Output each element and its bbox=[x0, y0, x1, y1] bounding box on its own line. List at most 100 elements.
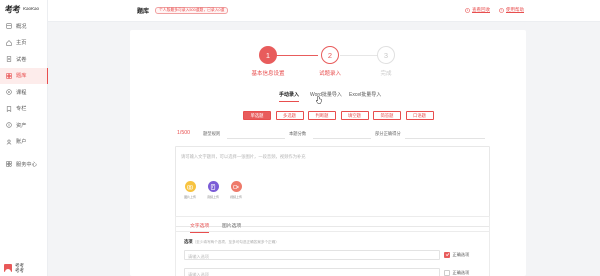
sidebar-item-courses[interactable]: 课程 bbox=[0, 84, 48, 101]
step-connector-1 bbox=[275, 55, 318, 57]
type-oral-button[interactable]: 口语题 bbox=[405, 111, 434, 120]
tab-word-import[interactable]: Word批量导入 bbox=[310, 91, 342, 101]
tab-manual-entry[interactable]: 手动录入 bbox=[279, 91, 300, 102]
sidebar-item-service-center[interactable]: 服务中心 bbox=[0, 156, 48, 173]
sidebar-item-papers[interactable]: 试卷 bbox=[0, 51, 48, 68]
page-title: 题库 bbox=[137, 9, 150, 15]
step-1: 1 基本信息设置 bbox=[251, 46, 285, 77]
paper-icon bbox=[6, 56, 12, 62]
correct-option-checkbox[interactable]: 正确选项 bbox=[444, 251, 470, 258]
tab-excel-import[interactable]: Excel批量导入 bbox=[349, 91, 381, 101]
sidebar-item-label: 主页 bbox=[16, 40, 27, 47]
question-bank-icon bbox=[6, 73, 12, 79]
options-hint: （至少填写两个选项，至多可勾选正确答案多个正确） bbox=[192, 240, 279, 244]
option-input[interactable]: 请输入选项 bbox=[184, 250, 440, 260]
correct-option-label: 正确选项 bbox=[452, 269, 470, 275]
sidebar-item-label: 服务中心 bbox=[16, 161, 37, 168]
score-label: 本题分数 bbox=[289, 131, 307, 136]
option-input[interactable]: 请输入选项 bbox=[184, 268, 440, 276]
sidebar-item-label: 概况 bbox=[16, 23, 27, 30]
avatar bbox=[4, 264, 12, 272]
tab-text-options[interactable]: 文字选项 bbox=[190, 222, 210, 233]
overview-icon bbox=[6, 23, 12, 29]
type-single-choice-button[interactable]: 单选题 bbox=[243, 111, 271, 120]
video-upload-icon bbox=[230, 181, 242, 192]
correct-option-label: 正确选项 bbox=[452, 251, 470, 257]
rule-label: 题型规则 bbox=[203, 131, 221, 136]
help-link[interactable]: ? 使用帮助 bbox=[499, 7, 524, 13]
user-profile[interactable]: 考考 考考 bbox=[4, 263, 24, 273]
media-upload-group: 图片上传 音频上传 视频上传 bbox=[183, 181, 243, 199]
video-upload-button[interactable]: 视频上传 bbox=[229, 181, 243, 199]
option-type-tabs: 文字选项 图片选项 bbox=[176, 222, 489, 233]
sidebar-item-assets[interactable]: 资产 bbox=[0, 117, 48, 134]
column-icon bbox=[6, 106, 12, 112]
audio-upload-icon bbox=[207, 181, 219, 192]
step-2: 2 试题录入 bbox=[319, 46, 341, 77]
sidebar-item-column[interactable]: 专栏 bbox=[0, 101, 48, 118]
partial-score-label: 部分正确得分 bbox=[375, 131, 401, 136]
score-input[interactable] bbox=[313, 138, 371, 139]
score-settings-row: 1/500 题型规则 本题分数 部分正确得分 bbox=[175, 130, 497, 139]
logo-text-en: KaoKao bbox=[23, 5, 40, 11]
audio-upload-label: 音频上传 bbox=[207, 195, 219, 199]
sidebar-item-label: 账户 bbox=[16, 139, 27, 146]
step-2-label: 试题录入 bbox=[318, 71, 342, 77]
account-icon bbox=[6, 139, 12, 145]
sidebar-item-label: 课程 bbox=[16, 89, 27, 96]
audio-upload-button[interactable]: 音频上传 bbox=[206, 181, 220, 199]
sidebar-item-account[interactable]: 账户 bbox=[0, 134, 48, 151]
sidebar-item-label: 资产 bbox=[16, 122, 27, 129]
step-3-label: 完成 bbox=[380, 71, 392, 77]
main-panel: 1 基本信息设置 2 试题录入 3 完成 手动录入 Word批量导入 Excel… bbox=[130, 30, 526, 276]
option-row: 请输入选项 正确选项 bbox=[184, 268, 482, 276]
view-recycle-label: 查看回收 bbox=[472, 7, 490, 12]
options-section: 文字选项 图片选项 选项（至少填写两个选项，至多可勾选正确答案多个正确） 请输入… bbox=[175, 216, 490, 276]
assets-icon bbox=[6, 122, 12, 128]
partial-score-input[interactable] bbox=[405, 138, 485, 139]
top-header: 题库 个人版最多可录入500道题，已录入0道 查看回收 ? 使用帮助 bbox=[48, 0, 600, 22]
type-short-answer-button[interactable]: 简答题 bbox=[373, 111, 401, 120]
tab-image-options[interactable]: 图片选项 bbox=[222, 222, 241, 232]
question-editor[interactable]: 请可输入文字题目，可以选择一张图片，一段音频，视频作为补充 图片上传 音频上传 … bbox=[175, 146, 490, 227]
step-2-circle: 2 bbox=[321, 46, 339, 64]
course-icon bbox=[6, 89, 12, 95]
sidebar-item-overview[interactable]: 概况 bbox=[0, 18, 48, 35]
help-label: 使用帮助 bbox=[506, 7, 524, 12]
checkbox-checked-icon bbox=[444, 251, 450, 258]
logo[interactable]: 考考 KaoKao bbox=[0, 0, 47, 14]
options-instruction: 选项（至少填写两个选项，至多可勾选正确答案多个正确） bbox=[184, 239, 279, 245]
image-upload-icon bbox=[184, 181, 196, 192]
checkbox-unchecked-icon bbox=[444, 269, 450, 276]
sidebar-item-label: 专栏 bbox=[16, 106, 27, 113]
video-upload-label: 视频上传 bbox=[230, 195, 242, 199]
sidebar-item-label: 题库 bbox=[16, 73, 27, 80]
correct-option-checkbox[interactable]: 正确选项 bbox=[444, 269, 470, 276]
image-upload-label: 图片上传 bbox=[184, 195, 196, 199]
mouse-cursor-icon bbox=[316, 96, 322, 104]
question-type-group: 单选题 多选题 判断题 填空题 简答题 口语题 bbox=[243, 111, 434, 120]
sidebar-item-label: 试卷 bbox=[16, 56, 27, 63]
service-icon bbox=[6, 161, 12, 167]
type-fill-blank-button[interactable]: 填空题 bbox=[340, 111, 369, 120]
editor-placeholder: 请可输入文字题目，可以选择一张图片，一段音频，视频作为补充 bbox=[181, 154, 306, 159]
question-count: 1/500 bbox=[177, 130, 190, 136]
entry-mode-tabs: 手动录入 Word批量导入 Excel批量导入 bbox=[130, 91, 526, 103]
type-true-false-button[interactable]: 判断题 bbox=[308, 111, 336, 120]
rule-input[interactable] bbox=[227, 138, 285, 139]
step-3-circle: 3 bbox=[377, 46, 395, 64]
logo-text-zh: 考考 bbox=[5, 3, 21, 14]
type-multiple-choice-button[interactable]: 多选题 bbox=[275, 111, 304, 120]
sidebar-item-question-bank[interactable]: 题库 bbox=[0, 67, 48, 84]
step-1-label: 基本信息设置 bbox=[251, 71, 285, 77]
sidebar-item-home[interactable]: 主页 bbox=[0, 35, 48, 52]
recycle-icon bbox=[465, 7, 470, 13]
step-1-circle: 1 bbox=[259, 46, 277, 64]
quota-notice-badge: 个人版最多可录入500道题，已录入0道 bbox=[155, 7, 229, 14]
home-icon bbox=[6, 39, 12, 46]
view-recycle-link[interactable]: 查看回收 bbox=[465, 7, 490, 13]
image-upload-button[interactable]: 图片上传 bbox=[183, 181, 197, 199]
step-3: 3 完成 bbox=[376, 46, 396, 77]
sidebar: 考考 KaoKao 概况 主页 试卷 题库 课程 专栏 资产 账户 服务中心 考… bbox=[0, 0, 48, 276]
user-subname: 考考 bbox=[15, 268, 24, 273]
